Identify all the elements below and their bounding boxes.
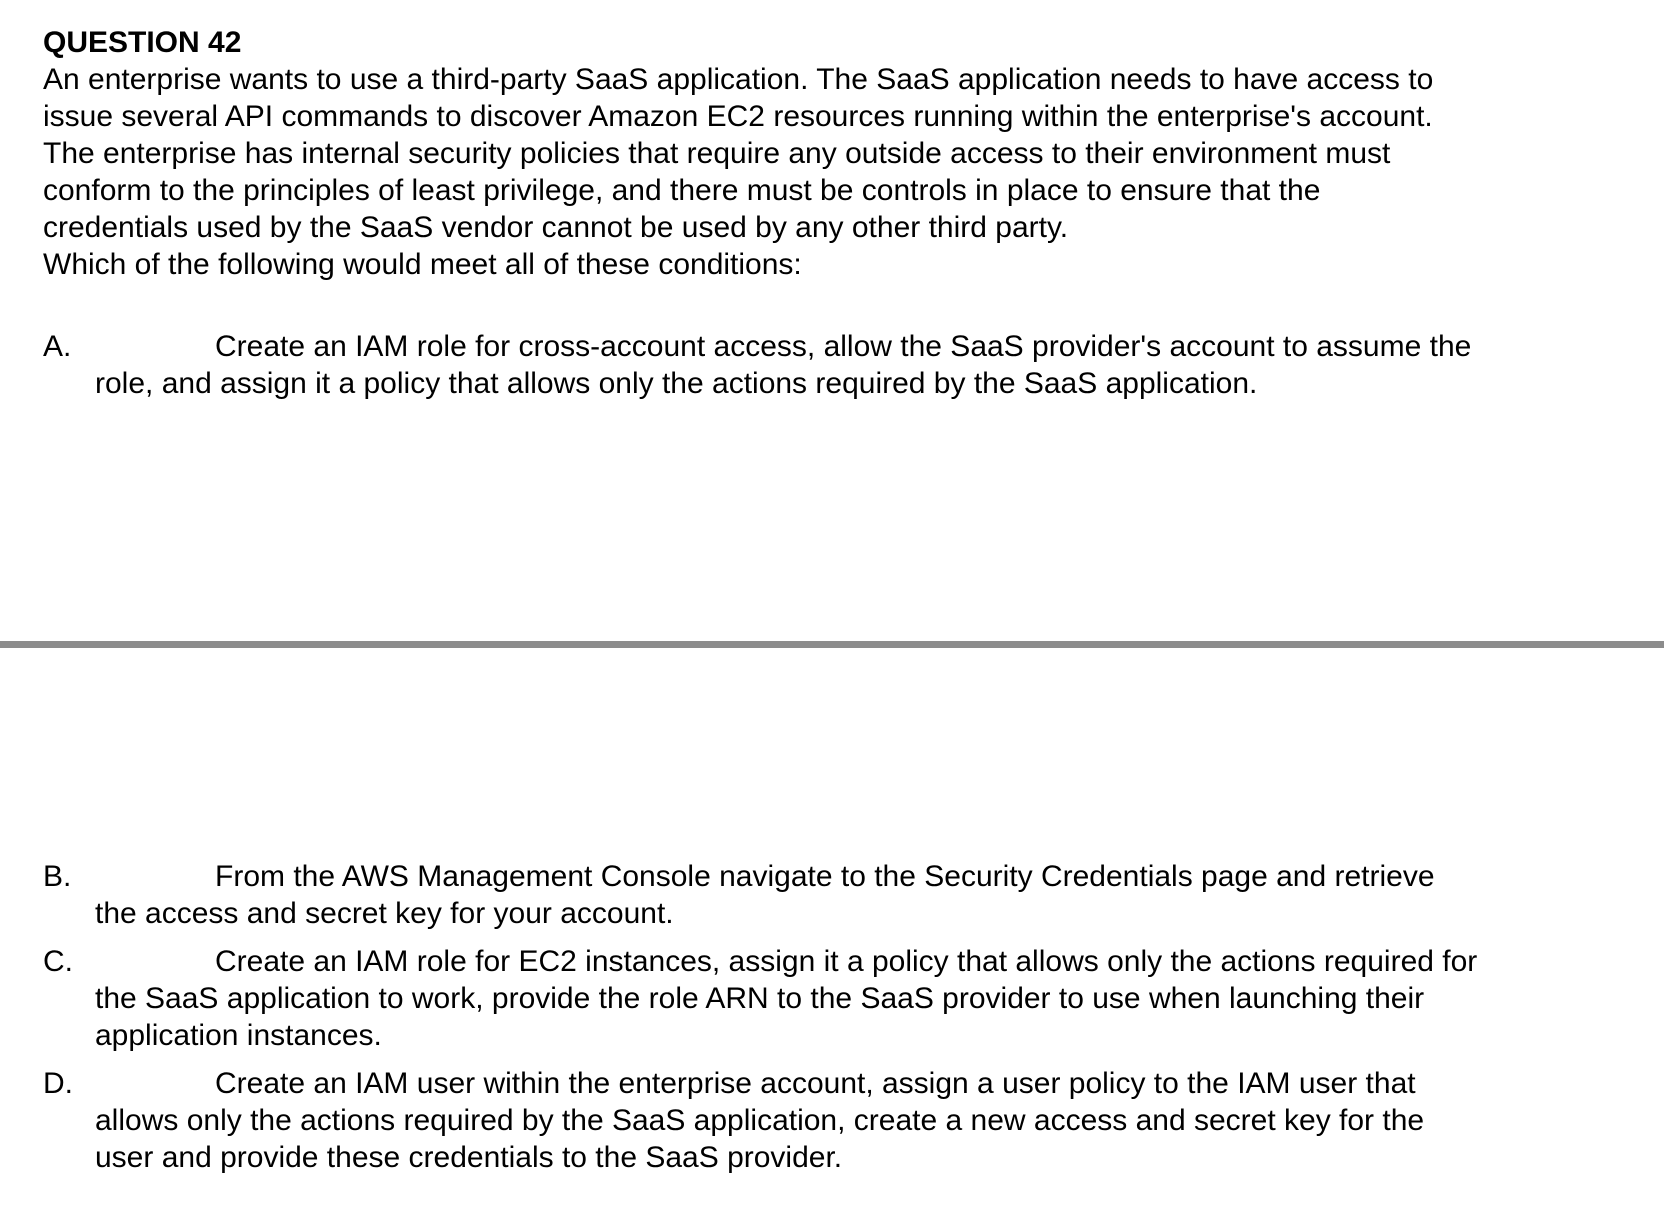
stem-line: issue several API commands to discover A… [43, 100, 1433, 133]
option-letter: A. [43, 330, 72, 363]
option-letter: D. [43, 1067, 73, 1100]
option-text-line: the access and secret key for your accou… [95, 897, 674, 930]
option-letter: C. [43, 945, 73, 978]
question-title: QUESTION 42 [43, 26, 242, 59]
stem-line: conform to the principles of least privi… [43, 174, 1321, 207]
option-text-line: Create an IAM role for EC2 instances, as… [215, 945, 1478, 978]
option-text-line: Create an IAM role for cross-account acc… [215, 330, 1472, 363]
option-text-line: Create an IAM user within the enterprise… [215, 1067, 1416, 1100]
option-letter: B. [43, 860, 72, 893]
option-text-line: allows only the actions required by the … [95, 1104, 1425, 1137]
option-text-line: the SaaS application to work, provide th… [95, 982, 1425, 1015]
option-text-line: From the AWS Management Console navigate… [215, 860, 1435, 893]
document-page: QUESTION 42 An enterprise wants to use a… [0, 0, 1664, 1220]
option-text-line: application instances. [95, 1019, 382, 1052]
stem-line: An enterprise wants to use a third-party… [43, 63, 1434, 96]
option-text-line: role, and assign it a policy that allows… [95, 367, 1258, 400]
stem-line: credentials used by the SaaS vendor cann… [43, 211, 1069, 244]
stem-line: Which of the following would meet all of… [43, 248, 802, 281]
page-divider [0, 641, 1664, 648]
stem-line: The enterprise has internal security pol… [43, 137, 1391, 170]
option-text-line: user and provide these credentials to th… [95, 1141, 843, 1174]
